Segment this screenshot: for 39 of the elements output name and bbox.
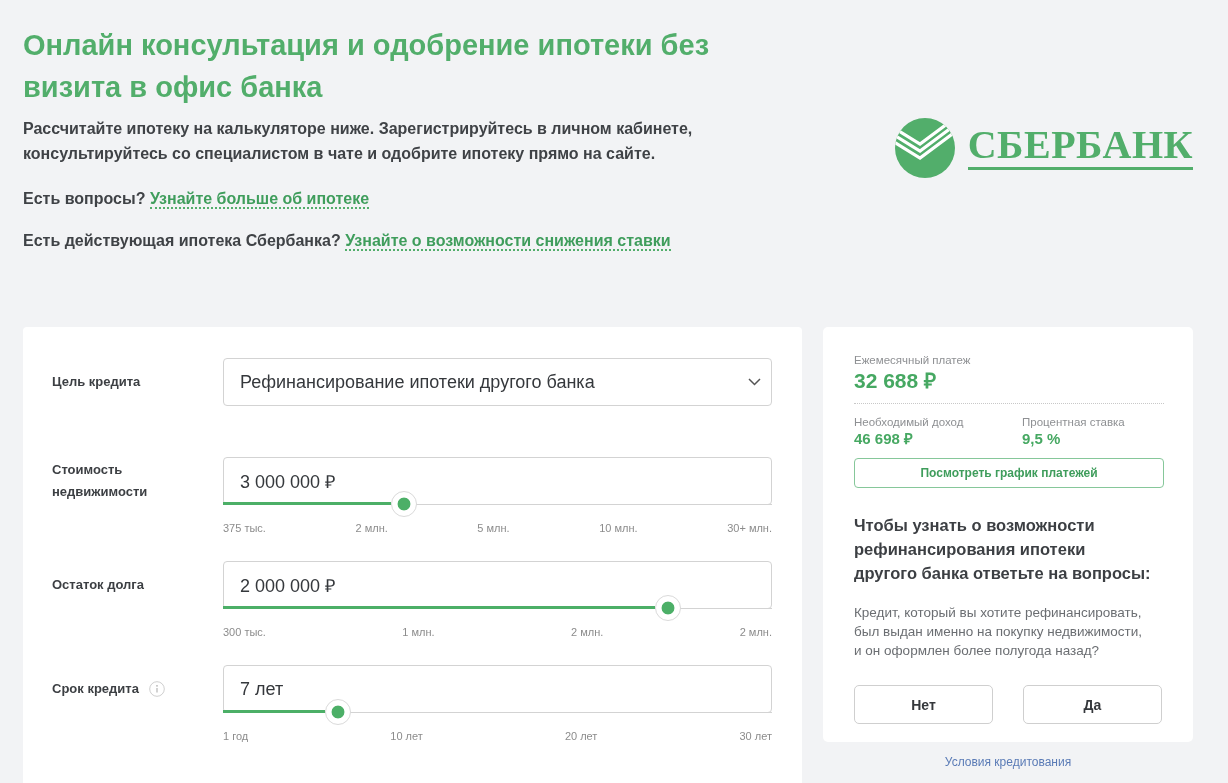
scale-label: 1 год: [223, 729, 249, 744]
scale-label: 2 млн.: [739, 625, 772, 640]
scale-label: 375 тыс.: [223, 521, 266, 536]
intro-text: Рассчитайте ипотеку на калькуляторе ниже. Зарегистрируйтесь в личном кабинете, консультируйтесь со специалистом в чате и одобрите ипотеку прямо на сайте.: [23, 119, 694, 164]
stat-label: Ежемесячный платеж: [854, 353, 972, 367]
question-text: Есть вопросы?: [23, 190, 146, 207]
field-label: Цель кредита: [52, 373, 141, 391]
field-label: Остаток долга: [52, 576, 144, 594]
purpose-select[interactable]: Рефинансирование ипотеки другого банка: [223, 358, 772, 406]
question-heading: Чтобы узнать о возможности рефинансирования ипотеки другого банка ответьте на вопросы:: [854, 515, 1151, 584]
page-title: Онлайн консультация и одобрение ипотеки без визита в офис банка: [23, 28, 711, 105]
scale-label: 30 лет: [739, 729, 772, 744]
field-label: Стоимость недвижимости: [52, 461, 149, 501]
answer-button[interactable]: Нет: [854, 685, 993, 724]
scale-label: 2 млн.: [571, 625, 604, 640]
question-text: Кредит, который вы хотите рефинансировать, был выдан именно на покупку недвижимости, и он оформлен более полугода назад?: [854, 604, 1144, 660]
terms-link[interactable]: Условия кредитования: [944, 754, 1072, 770]
answer-button[interactable]: Да: [1023, 685, 1162, 724]
scale-label: 2 млн.: [355, 521, 388, 536]
chevron-down-icon: [748, 378, 761, 386]
field-label: Срок кредита: [52, 680, 139, 698]
checkmark-emblem-icon: [892, 117, 957, 179]
question-text: Есть действующая ипотека Сбербанка?: [23, 232, 341, 249]
stat-label: Процентная ставка: [1022, 415, 1126, 429]
logo-wordmark: СБЕРБАНК: [967, 126, 1193, 170]
scale-label: 1 млн.: [402, 625, 435, 640]
scale-label: 300 тыс.: [223, 625, 266, 640]
scale-label: 10 лет: [390, 729, 423, 744]
stat-value: 46 698 ₽: [854, 429, 915, 449]
stat-label: Необходимый доход: [854, 415, 965, 429]
scale-label: 5 млн.: [477, 521, 510, 536]
payment-amount: 32 688 ₽: [854, 368, 938, 394]
slider-thumb[interactable]: [654, 594, 681, 621]
scale-label: 30+ млн.: [727, 521, 772, 536]
scale-label: 20 лет: [564, 729, 598, 744]
slider-thumb[interactable]: [325, 698, 352, 725]
slider-thumb[interactable]: [391, 490, 418, 517]
stat-value: 9,5 %: [1022, 429, 1062, 449]
scale-label: 10 млн.: [599, 521, 638, 536]
